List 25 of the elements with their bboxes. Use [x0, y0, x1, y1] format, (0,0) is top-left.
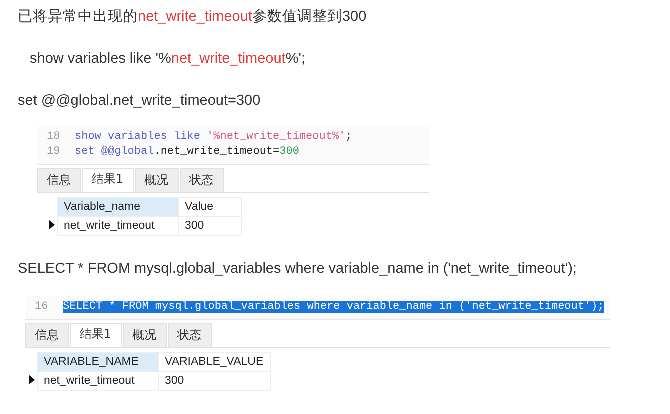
table-cell: 300	[158, 372, 270, 390]
result-tab[interactable]: 结果1	[82, 168, 134, 192]
code-line: set @@global.net_write_timeout=300	[75, 146, 300, 158]
paragraph: show variables like '%net_write_timeout%';	[29, 50, 307, 69]
result-tab[interactable]: 信息	[25, 323, 69, 347]
table-cell: 300	[178, 216, 242, 236]
column-header: Variable_name	[58, 198, 178, 216]
result-tab[interactable]: 概况	[122, 323, 167, 347]
code-line: show variables like '%net_write_timeout%';	[75, 130, 352, 142]
line-number: 16	[35, 300, 50, 312]
result-tab[interactable]: 信息	[37, 168, 81, 192]
result-tab[interactable]: 状态	[180, 168, 224, 192]
paragraph: set @@global.net_write_timeout=300	[18, 92, 262, 111]
line-number: 18	[47, 130, 62, 142]
result-tab[interactable]: 结果1	[70, 323, 122, 347]
table-cell: net_write_timeout	[58, 216, 178, 236]
column-header: VARIABLE_VALUE	[158, 352, 270, 372]
line-number: 19	[47, 146, 62, 158]
column-header: Value	[178, 198, 242, 216]
paragraph: 已将异常中出现的net_write_timeout参数值调整到300	[18, 8, 368, 27]
column-header: VARIABLE_NAME	[38, 352, 158, 372]
paragraph: SELECT * FROM mysql.global_variables where variable_name in ('net_write_timeout');	[18, 260, 578, 279]
table-cell: net_write_timeout	[38, 372, 158, 390]
result-tab[interactable]: 概况	[134, 168, 179, 192]
result-tab[interactable]: 状态	[168, 323, 212, 347]
